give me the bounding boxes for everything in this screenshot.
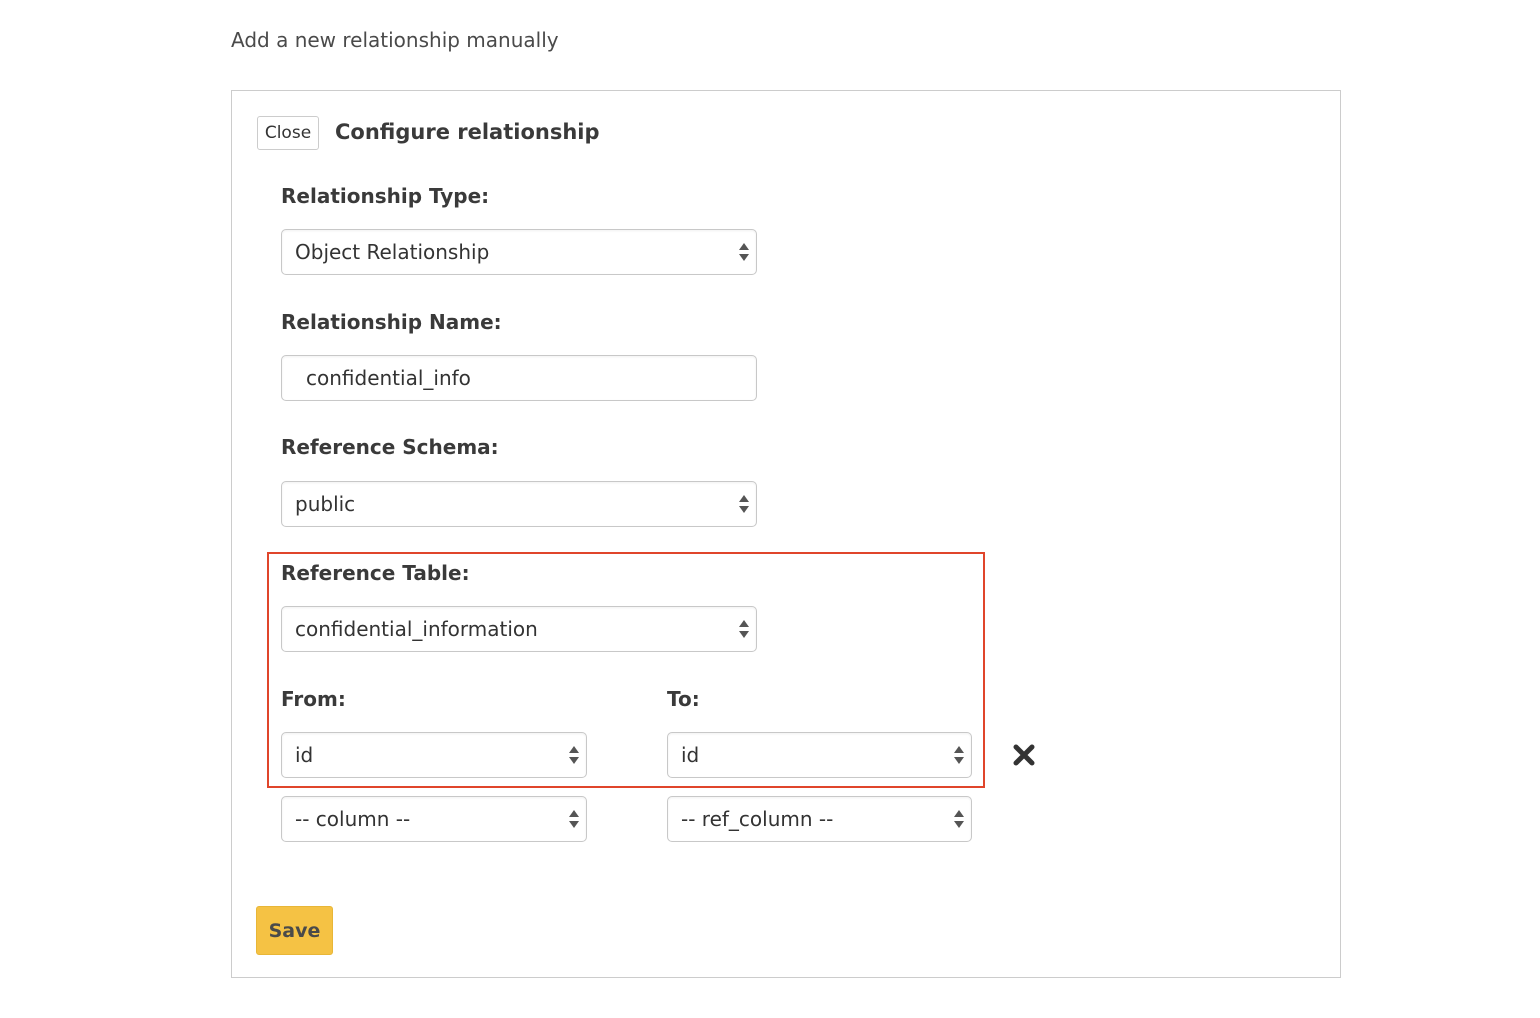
to-column-select-new[interactable]: -- ref_column -- <box>667 796 972 842</box>
select-arrows-icon <box>569 746 579 764</box>
panel-title: Configure relationship <box>335 120 600 144</box>
close-button[interactable]: Close <box>257 116 319 150</box>
select-arrows-icon <box>739 495 749 513</box>
reference-table-label: Reference Table: <box>281 561 470 585</box>
from-column-select[interactable]: id <box>281 732 587 778</box>
reference-schema-value: public <box>295 492 356 516</box>
to-label: To: <box>667 687 700 711</box>
select-arrows-icon <box>569 810 579 828</box>
select-arrows-icon <box>739 620 749 638</box>
relationship-name-input[interactable]: confidential_info <box>281 355 757 401</box>
from-label: From: <box>281 687 346 711</box>
from-column-placeholder: -- column -- <box>295 807 411 831</box>
reference-schema-select[interactable]: public <box>281 481 757 527</box>
relationship-type-select[interactable]: Object Relationship <box>281 229 757 275</box>
to-column-select[interactable]: id <box>667 732 972 778</box>
from-column-select-new[interactable]: -- column -- <box>281 796 587 842</box>
to-column-value: id <box>681 743 700 767</box>
save-button[interactable]: Save <box>256 906 333 955</box>
relationship-name-label: Relationship Name: <box>281 310 502 334</box>
page-heading: Add a new relationship manually <box>231 28 559 52</box>
select-arrows-icon <box>739 243 749 261</box>
reference-table-value: confidential_information <box>295 617 538 641</box>
configure-relationship-panel: Close Configure relationship Relationshi… <box>231 90 1341 978</box>
select-arrows-icon <box>954 746 964 764</box>
to-column-placeholder: -- ref_column -- <box>681 807 834 831</box>
reference-table-select[interactable]: confidential_information <box>281 606 757 652</box>
from-column-value: id <box>295 743 314 767</box>
relationship-type-value: Object Relationship <box>295 240 490 264</box>
relationship-type-label: Relationship Type: <box>281 184 490 208</box>
select-arrows-icon <box>954 810 964 828</box>
close-x-icon[interactable] <box>1012 743 1036 767</box>
reference-schema-label: Reference Schema: <box>281 435 499 459</box>
relationship-name-value: confidential_info <box>306 366 471 390</box>
